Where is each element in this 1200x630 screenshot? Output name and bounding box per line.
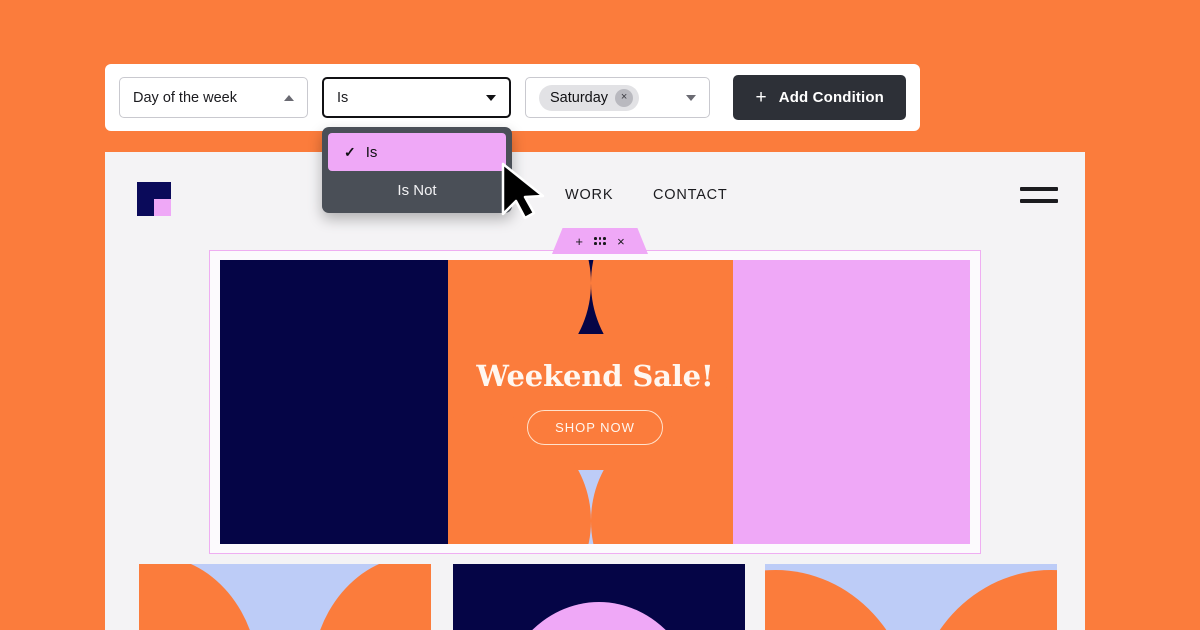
property-select-value: Day of the week (133, 89, 237, 106)
site-preview-frame: WORK CONTACT Weekend Sale! SHOP NOW + × (105, 152, 1085, 630)
hamburger-icon[interactable] (1020, 185, 1058, 207)
check-icon: ✓ (344, 143, 356, 160)
chip-remove-icon[interactable]: × (615, 88, 634, 107)
drag-dot (603, 237, 607, 240)
operator-select[interactable]: Is (322, 77, 511, 118)
value-chip: Saturday × (539, 84, 640, 111)
drag-dot (603, 242, 607, 245)
hero-title: Weekend Sale! (476, 359, 714, 393)
thumb1-shape-left (139, 564, 259, 630)
thumb3-shape-left (765, 570, 914, 630)
nav-link-work[interactable]: WORK (565, 187, 613, 203)
hamburger-bar (1020, 187, 1058, 191)
menu-item-is-label: Is (365, 143, 378, 161)
brand-logo[interactable] (137, 182, 171, 216)
hero-banner: Weekend Sale! SHOP NOW (220, 260, 970, 544)
thumb2-shape-center (496, 602, 702, 630)
hero-block-selection[interactable]: Weekend Sale! SHOP NOW (209, 250, 981, 554)
hamburger-bar (1020, 199, 1058, 203)
value-select[interactable]: Saturday × (525, 77, 710, 118)
menu-item-is-not-label: Is Not (397, 181, 437, 199)
plus-icon: + (755, 87, 767, 108)
chevron-down-icon (486, 94, 496, 101)
chevron-down-icon (686, 94, 696, 101)
add-block-icon[interactable]: + (575, 235, 583, 248)
brand-logo-accent (154, 199, 171, 216)
property-select[interactable]: Day of the week (119, 77, 308, 118)
add-condition-label: Add Condition (778, 89, 884, 106)
value-chip-label: Saturday (550, 89, 609, 106)
close-block-icon[interactable]: × (617, 235, 625, 248)
operator-dropdown-menu: ✓ Is Is Not (322, 127, 512, 213)
hero-cta-button[interactable]: SHOP NOW (527, 410, 663, 445)
condition-toolbar: Day of the week Is Saturday × + Add Cond… (105, 64, 920, 131)
menu-item-is-not[interactable]: Is Not (322, 171, 512, 209)
thumbnail-3[interactable] (765, 564, 1057, 630)
thumb1-shape-right (311, 564, 431, 630)
drag-dot (593, 237, 597, 240)
mouse-cursor (501, 162, 545, 220)
drag-dot (598, 242, 602, 245)
menu-item-is[interactable]: ✓ Is (328, 133, 506, 171)
hero-content: Weekend Sale! SHOP NOW (220, 260, 970, 544)
nav-link-contact[interactable]: CONTACT (653, 187, 728, 203)
chevron-up-icon (284, 94, 294, 101)
thumbnail-1[interactable] (139, 564, 431, 630)
thumbnail-2[interactable] (453, 564, 745, 630)
add-condition-button[interactable]: + Add Condition (733, 75, 906, 120)
thumb3-shape-right (912, 570, 1057, 630)
drag-dots-icon[interactable] (593, 237, 607, 245)
block-toolbar[interactable]: + × (552, 228, 648, 254)
site-navbar: WORK CONTACT (105, 152, 1085, 240)
drag-dot (593, 242, 597, 245)
drag-dot (598, 237, 602, 240)
operator-select-value: Is (337, 89, 349, 106)
